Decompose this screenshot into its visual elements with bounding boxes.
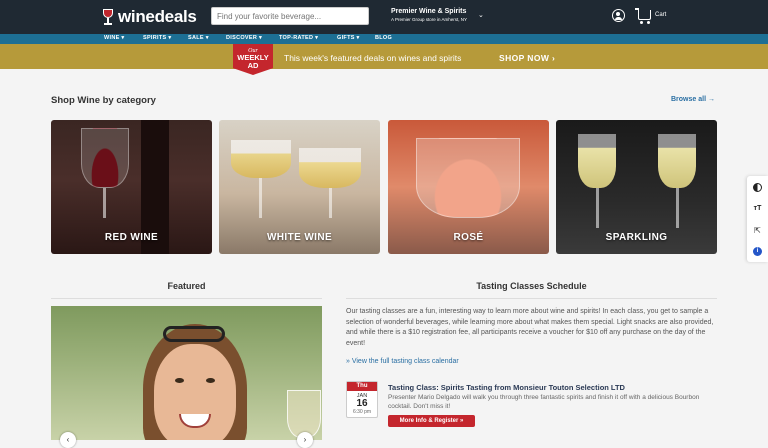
category-label: WHITE WINE — [266, 232, 333, 243]
sunglasses-shape — [163, 326, 225, 342]
cursor-icon[interactable]: ⇱ — [753, 226, 762, 235]
cart-wheel-icon — [647, 21, 650, 24]
white-glass-image — [231, 140, 291, 178]
contrast-icon[interactable] — [753, 183, 762, 192]
shop-now-link[interactable]: SHOP NOW › — [499, 53, 555, 63]
cart-label[interactable]: Cart — [655, 12, 666, 18]
accessibility-toolbar: тT ⇱ i — [747, 176, 768, 262]
store-name: Premier Wine & Spirits — [391, 8, 467, 15]
nav-item-blog[interactable]: BLOG — [375, 35, 392, 41]
calendar-link[interactable]: » View the full tasting class calendar — [346, 358, 459, 365]
glass-stem — [596, 188, 599, 228]
text-size-icon[interactable]: тT — [753, 204, 762, 213]
category-label: ROSÉ — [453, 232, 484, 243]
wine-glass-image — [287, 390, 321, 438]
champagne-glass-image — [578, 134, 616, 188]
divider — [346, 298, 717, 299]
category-label: RED WINE — [104, 232, 159, 243]
cart-icon[interactable] — [635, 8, 651, 20]
store-subtitle: A Premier Group store in Amherst, NY — [391, 17, 468, 22]
category-section-title: Shop Wine by category — [51, 95, 156, 106]
category-card-sparkling[interactable]: SPARKLING — [556, 120, 717, 254]
tasting-description: Our tasting classes are a fun, interesti… — [346, 308, 714, 347]
eye-shape — [175, 378, 184, 383]
nav-item-wine[interactable]: WINE ▾ — [104, 35, 124, 41]
nav-item-spirits[interactable]: SPIRITS ▾ — [143, 35, 171, 41]
glass-stem — [259, 178, 262, 218]
glass-stem — [103, 188, 106, 218]
divider — [51, 298, 322, 299]
category-card-rose[interactable]: ROSÉ — [388, 120, 549, 254]
event-date: 16 — [356, 398, 368, 409]
category-card-red-wine[interactable]: RED WINE — [51, 120, 212, 254]
chevron-down-icon[interactable]: ⌄ — [478, 11, 484, 19]
nav-item-sale[interactable]: SALE ▾ — [188, 35, 209, 41]
glass-stem — [676, 188, 679, 228]
eye-shape — [206, 378, 215, 383]
nav-item-discover[interactable]: DISCOVER ▾ — [226, 35, 262, 41]
weekly-ad-badge: Our WEEKLY AD — [233, 44, 273, 75]
badge-big-text: WEEKLY AD — [237, 53, 269, 70]
carousel-prev-button[interactable]: ‹ — [60, 432, 76, 448]
account-icon[interactable] — [612, 9, 625, 22]
event-date-badge: Thu JAN 16 6:30 pm — [346, 381, 378, 418]
search-input[interactable] — [211, 7, 369, 25]
site-logo[interactable]: winedeals — [102, 7, 197, 27]
event-title[interactable]: Tasting Class: Spirits Tasting from Mons… — [388, 383, 625, 392]
store-selector[interactable]: Premier Wine & Spirits A Premier Group s… — [391, 8, 467, 22]
wine-glass-logo-icon — [102, 9, 114, 25]
category-label: SPARKLING — [605, 232, 668, 243]
logo-text: winedeals — [118, 7, 197, 26]
white-glass-image — [299, 148, 361, 188]
glass-stem — [329, 188, 332, 218]
event-day: Thu — [347, 382, 377, 391]
cart-wheel-icon — [640, 21, 643, 24]
event-time: 6:30 pm — [352, 409, 372, 415]
carousel-next-button[interactable]: › — [297, 432, 313, 448]
featured-title: Featured — [167, 281, 206, 291]
category-card-white-wine[interactable]: WHITE WINE — [219, 120, 380, 254]
rose-glass-image — [416, 138, 520, 218]
champagne-glass-image — [658, 134, 696, 188]
browse-all-link[interactable]: Browse all → — [671, 96, 715, 103]
nav-item-top-rated[interactable]: TOP-RATED ▾ — [279, 35, 318, 41]
info-icon[interactable]: i — [753, 247, 762, 256]
featured-image[interactable] — [51, 306, 322, 440]
banner-text: This week's featured deals on wines and … — [284, 53, 462, 63]
nav-item-gifts[interactable]: GIFTS ▾ — [337, 35, 360, 41]
event-description: Presenter Mario Delgado will walk you th… — [388, 394, 700, 410]
tasting-title: Tasting Classes Schedule — [476, 281, 587, 291]
red-glass-image — [81, 128, 129, 188]
register-button[interactable]: More Info & Register » — [388, 415, 475, 427]
